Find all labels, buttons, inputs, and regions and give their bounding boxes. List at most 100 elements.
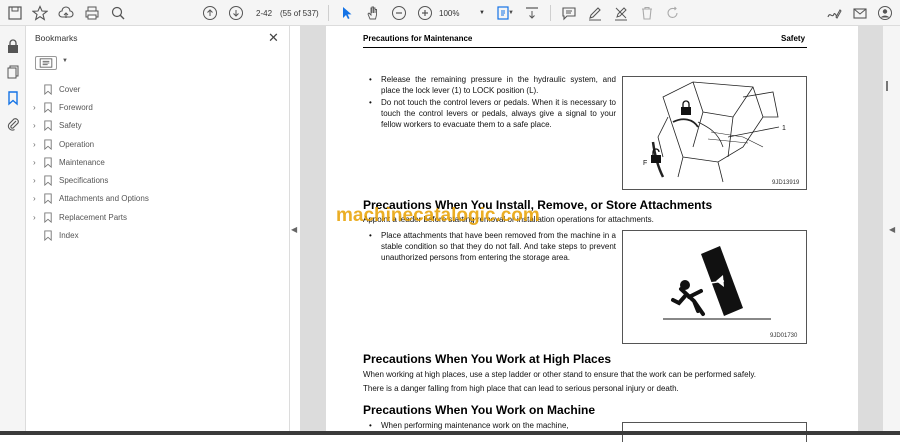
account-icon[interactable] bbox=[876, 4, 894, 22]
bookmark-ribbon-icon bbox=[44, 212, 52, 223]
scroll-mode-icon[interactable] bbox=[523, 4, 541, 22]
bookmark-item[interactable]: › Foreword bbox=[33, 98, 149, 116]
document-page: Precautions for Maintenance Safety • Rele… bbox=[326, 26, 858, 442]
lock-lever-illustration: 1 F bbox=[643, 81, 786, 183]
highlight-icon[interactable] bbox=[612, 4, 630, 22]
figure-code: 9JD13919 bbox=[772, 180, 800, 186]
bookmark-ribbon-icon bbox=[44, 193, 52, 205]
bookmark-item[interactable]: Cover bbox=[33, 80, 149, 98]
bookmark-item[interactable]: › Attachments and Options bbox=[33, 190, 149, 208]
bookmark-item[interactable]: › Safety bbox=[33, 117, 149, 135]
bookmark-ribbon-icon bbox=[44, 138, 52, 150]
bookmark-star-icon[interactable] bbox=[31, 4, 49, 22]
zoom-value: 100% bbox=[439, 8, 460, 18]
bookmarks-title: Bookmarks bbox=[35, 33, 78, 43]
print-icon[interactable] bbox=[83, 4, 101, 22]
top-toolbar: 2-42 (55 of 537) 100% ▼ ▼ bbox=[0, 0, 900, 26]
zoom-in-icon[interactable] bbox=[416, 4, 434, 22]
figure-label-f: F bbox=[643, 160, 647, 167]
bookmark-options-button[interactable] bbox=[35, 56, 57, 70]
attachments-icon[interactable] bbox=[5, 116, 21, 132]
chevron-right-icon[interactable]: › bbox=[33, 103, 43, 112]
mail-icon[interactable] bbox=[851, 4, 869, 22]
bookmark-list: Cover › Foreword › Safety › Operation › Maintena… bbox=[33, 80, 149, 245]
figure-code: 9JD01730 bbox=[770, 333, 798, 339]
bullet-text: When performing maintenance work on the … bbox=[381, 421, 569, 430]
toolbar-divider bbox=[550, 5, 551, 21]
list-options-icon bbox=[39, 58, 53, 68]
bookmark-item[interactable]: › Maintenance bbox=[33, 153, 149, 171]
close-icon[interactable]: ✕ bbox=[268, 30, 279, 46]
lock-icon[interactable] bbox=[5, 38, 21, 54]
sign-icon[interactable] bbox=[825, 4, 843, 22]
pen-icon[interactable] bbox=[586, 4, 604, 22]
scrollbar-thumb[interactable] bbox=[886, 81, 888, 91]
pages-thumbnails-icon[interactable] bbox=[5, 64, 21, 80]
chevron-down-icon[interactable]: ▼ bbox=[62, 58, 68, 64]
zoom-search-icon[interactable] bbox=[109, 4, 127, 22]
bookmark-label: Operation bbox=[59, 139, 95, 149]
left-navigation-rail bbox=[0, 26, 26, 435]
bookmark-ribbon-icon bbox=[44, 175, 52, 187]
bookmarks-panel-icon[interactable] bbox=[5, 90, 21, 106]
bookmark-item[interactable]: Index bbox=[33, 226, 149, 244]
chevron-right-icon[interactable]: › bbox=[33, 176, 43, 185]
bookmarks-panel: Bookmarks ✕ ▼ Cover › Foreword › Safety › Oper… bbox=[26, 26, 290, 435]
locked-padlock-icon bbox=[681, 100, 691, 115]
zoom-select[interactable]: 100% ▼ bbox=[439, 5, 485, 21]
figure-label-1: 1 bbox=[782, 125, 786, 132]
bookmark-label: Maintenance bbox=[59, 157, 105, 167]
unlocked-padlock-icon bbox=[651, 148, 661, 163]
page-number-input[interactable]: 2-42 bbox=[256, 5, 278, 21]
bullet-text: Do not touch the control levers or pedal… bbox=[381, 98, 616, 129]
page-header-title: Precautions for Maintenance bbox=[363, 34, 473, 43]
select-cursor-icon[interactable] bbox=[338, 4, 356, 22]
list-item: • Place attachments that have been remove… bbox=[369, 231, 616, 262]
next-page-icon[interactable] bbox=[227, 4, 245, 22]
hand-tool-icon[interactable] bbox=[364, 4, 382, 22]
chevron-right-icon[interactable]: › bbox=[33, 213, 43, 222]
chevron-right-icon[interactable]: › bbox=[33, 121, 43, 130]
section-title-work-on-machine: Precautions When You Work on Machine bbox=[363, 403, 596, 417]
bookmark-ribbon-icon bbox=[44, 84, 52, 95]
bookmark-ribbon-icon bbox=[44, 102, 52, 113]
bullet-text: Place attachments that have been removed… bbox=[381, 231, 616, 262]
list-item: • When performing maintenance work on the… bbox=[364, 420, 616, 431]
previous-page-icon[interactable] bbox=[201, 4, 219, 22]
bookmark-label: Foreword bbox=[59, 102, 93, 112]
bookmark-label: Safety bbox=[59, 121, 82, 131]
list-item: • Release the remaining pressure in the h… bbox=[369, 75, 616, 95]
collapse-panel-left-icon[interactable]: ◀ bbox=[291, 225, 297, 234]
attachments-bullets: • Place attachments that have been remove… bbox=[364, 230, 616, 264]
save-icon[interactable] bbox=[6, 4, 24, 22]
page-fit-caret-icon[interactable]: ▼ bbox=[506, 4, 516, 22]
watermark: machinecatalogic.com bbox=[336, 205, 540, 226]
list-item: • Do not touch the control levers or peda… bbox=[369, 98, 616, 129]
bookmark-label: Cover bbox=[59, 84, 81, 94]
attachment-fall-figure: 9JD01730 bbox=[622, 230, 807, 344]
zoom-out-icon[interactable] bbox=[390, 4, 408, 22]
cloud-upload-icon[interactable] bbox=[57, 4, 75, 22]
bookmark-item[interactable]: › Operation bbox=[33, 135, 149, 153]
lock-lever-figure: 1 F 9JD13919 bbox=[622, 76, 807, 190]
chevron-right-icon[interactable]: › bbox=[33, 158, 43, 167]
chevron-right-icon[interactable]: › bbox=[33, 140, 43, 149]
bookmark-label: Attachments and Options bbox=[59, 194, 149, 204]
bookmark-label: Specifications bbox=[59, 176, 109, 186]
bookmark-item[interactable]: › Replacement Parts bbox=[33, 208, 149, 226]
header-rule bbox=[363, 47, 807, 48]
section-title-high-places: Precautions When You Work at High Places bbox=[363, 352, 612, 366]
document-viewport[interactable]: Precautions for Maintenance Safety • Rele… bbox=[300, 26, 883, 442]
collapse-panel-right-icon[interactable]: ◀ bbox=[889, 225, 895, 234]
delete-icon[interactable] bbox=[638, 4, 656, 22]
bookmark-item[interactable]: › Specifications bbox=[33, 171, 149, 189]
bookmark-ribbon-icon bbox=[44, 120, 52, 132]
bookmark-ribbon-icon bbox=[44, 157, 52, 168]
comment-icon[interactable] bbox=[560, 4, 578, 22]
lock-lever-bullets: • Release the remaining pressure in the h… bbox=[364, 74, 616, 131]
chevron-right-icon[interactable]: › bbox=[33, 194, 43, 203]
redo-icon[interactable] bbox=[664, 4, 682, 22]
bottom-edge-bar bbox=[0, 431, 900, 435]
bookmark-ribbon-icon bbox=[44, 230, 52, 242]
high-places-paragraph-2: There is a danger falling from high plac… bbox=[363, 384, 679, 393]
